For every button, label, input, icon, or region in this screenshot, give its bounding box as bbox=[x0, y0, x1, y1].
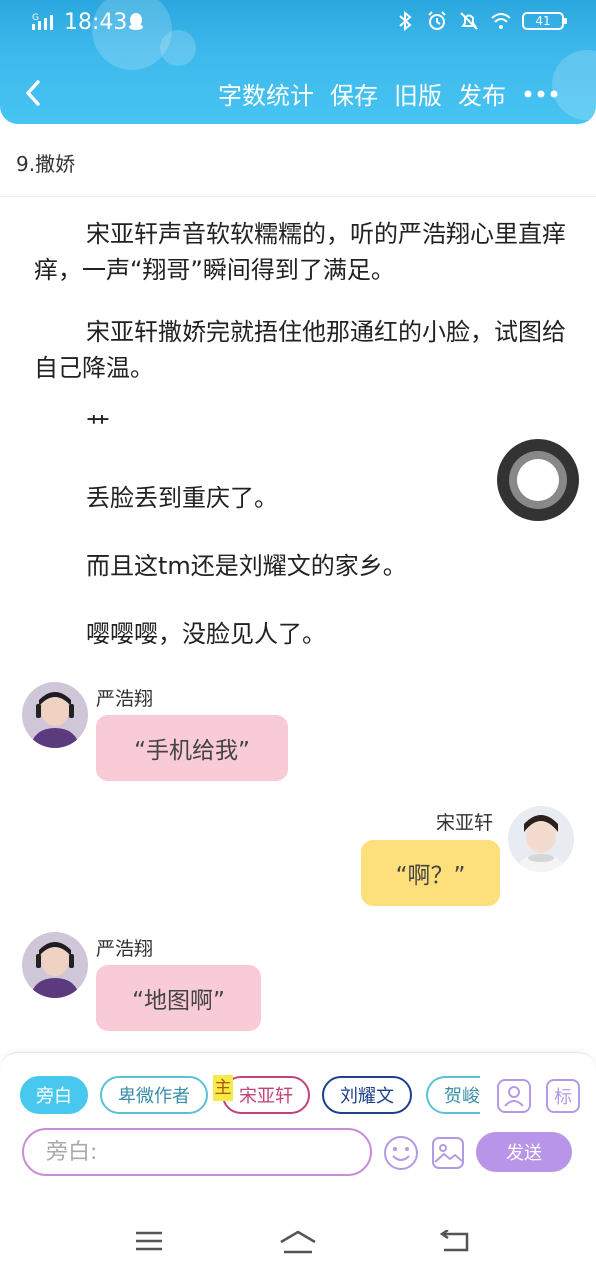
signal-icon: G bbox=[32, 13, 53, 30]
publish-button[interactable]: 发布 bbox=[458, 76, 506, 111]
send-button[interactable]: 发送 bbox=[476, 1132, 572, 1172]
emoji-icon[interactable] bbox=[383, 1135, 419, 1171]
chat-bubble[interactable]: “地图啊” bbox=[96, 965, 261, 1031]
role-chip-he-junlin[interactable]: 贺峻 bbox=[426, 1076, 480, 1114]
clock: 18:43 bbox=[64, 10, 128, 35]
system-navigation-bar bbox=[0, 1182, 596, 1280]
bluetooth-icon bbox=[399, 10, 412, 32]
story-paragraph[interactable]: 宋亚轩声音软软糯糯的，听的严浩翔心里直痒痒，一声“翔哥”瞬间得到了满足。 bbox=[34, 216, 566, 288]
wifi-icon bbox=[491, 13, 511, 29]
avatar-yan-haoxiang[interactable] bbox=[22, 682, 88, 748]
battery-icon: 41 bbox=[522, 12, 567, 30]
person-icon bbox=[504, 1086, 524, 1107]
role-chip-author[interactable]: 卑微作者 bbox=[100, 1076, 208, 1114]
save-button[interactable]: 保存 bbox=[330, 76, 378, 111]
chat-bubble[interactable]: “手机给我” bbox=[96, 715, 288, 781]
divider bbox=[0, 196, 596, 197]
avatar-yan-haoxiang[interactable] bbox=[22, 932, 88, 998]
mute-bell-icon bbox=[460, 12, 478, 30]
story-paragraph[interactable]: 丢脸丢到重庆了。 bbox=[34, 480, 566, 516]
header-actions: 字数统计 保存 旧版 发布 bbox=[218, 76, 506, 111]
status-bar: G 18:43 41 bbox=[0, 0, 596, 46]
assistive-touch-button[interactable] bbox=[497, 439, 579, 521]
message-input[interactable] bbox=[22, 1128, 372, 1176]
role-chip-liu-yaowen[interactable]: 刘耀文 bbox=[322, 1076, 412, 1114]
story-paragraph[interactable]: 宋亚轩撒娇完就捂住他那通红的小脸，试图给自己降温。 bbox=[34, 314, 566, 386]
speaker-name: 严浩翔 bbox=[96, 938, 154, 960]
svg-text:G: G bbox=[32, 13, 39, 23]
back-arrow-icon[interactable] bbox=[20, 76, 48, 110]
story-paragraph[interactable]: 艹 bbox=[34, 408, 566, 444]
alarm-icon bbox=[428, 11, 446, 30]
menu-icon[interactable] bbox=[134, 1230, 164, 1252]
story-paragraph[interactable]: 而且这tm还是刘耀文的家乡。 bbox=[34, 548, 566, 584]
character-manager-button[interactable] bbox=[497, 1079, 531, 1113]
mark-button[interactable]: 标 bbox=[546, 1079, 580, 1113]
mark-label: 标 bbox=[554, 1087, 572, 1108]
more-options-icon[interactable] bbox=[524, 90, 558, 98]
story-paragraph[interactable]: 嘤嘤嘤，没脸见人了。 bbox=[34, 616, 566, 652]
chapter-title[interactable]: 9.撒娇 bbox=[16, 148, 75, 177]
old-version-button[interactable]: 旧版 bbox=[394, 76, 442, 111]
app-header: G 18:43 41 字数统计 保存 旧版 发布 bbox=[0, 0, 596, 124]
avatar-song-yaxuan[interactable] bbox=[508, 806, 574, 872]
image-icon[interactable] bbox=[431, 1136, 465, 1170]
chat-bubble[interactable]: “啊？” bbox=[361, 840, 500, 906]
speaker-name: 严浩翔 bbox=[96, 688, 154, 710]
back-nav-icon[interactable] bbox=[438, 1230, 470, 1254]
qq-notification-icon bbox=[129, 13, 143, 30]
word-count-button[interactable]: 字数统计 bbox=[218, 76, 314, 111]
main-role-tag: 主 bbox=[213, 1075, 233, 1101]
role-chip-narrator[interactable]: 旁白 bbox=[20, 1076, 88, 1114]
home-icon[interactable] bbox=[278, 1230, 318, 1256]
speaker-name: 宋亚轩 bbox=[436, 812, 494, 834]
navigation-bar: 字数统计 保存 旧版 发布 bbox=[0, 60, 596, 124]
role-chip-song-yaxuan[interactable]: 宋亚轩 bbox=[222, 1076, 310, 1114]
